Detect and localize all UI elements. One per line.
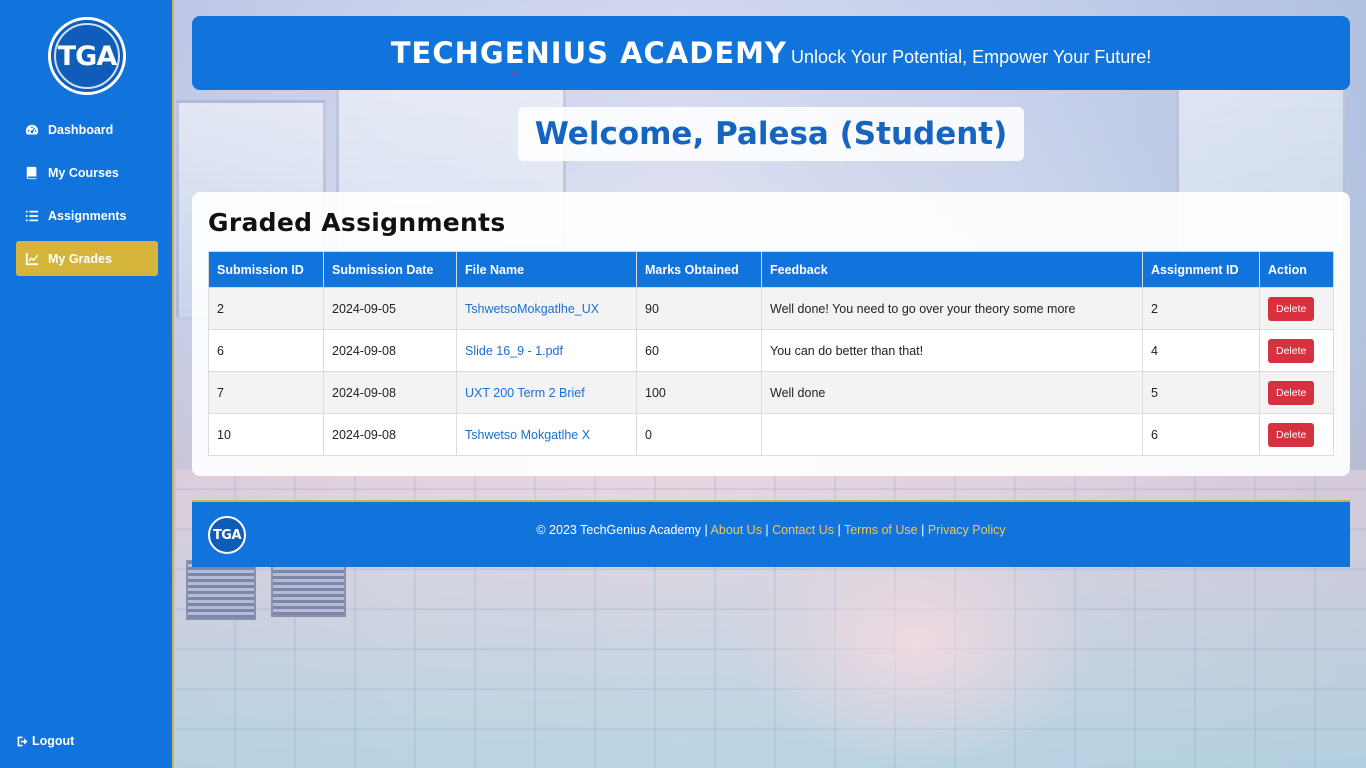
sidebar-item-my-grades[interactable]: My Grades bbox=[16, 241, 158, 276]
table-row: 7 2024-09-08 UXT 200 Term 2 Brief 100 We… bbox=[208, 371, 1334, 414]
footer: TGA © 2023 TechGenius Academy | About Us… bbox=[192, 500, 1350, 567]
footer-text: © 2023 TechGenius Academy | About Us | C… bbox=[536, 523, 1006, 537]
privacy-policy-link[interactable]: Privacy Policy bbox=[928, 523, 1006, 537]
cell-assignment-id: 2 bbox=[1142, 287, 1260, 330]
section-title: Graded Assignments bbox=[208, 208, 506, 237]
table-header-row: Submission ID Submission Date File Name … bbox=[208, 251, 1334, 288]
cell-file-name: UXT 200 Term 2 Brief bbox=[456, 371, 637, 414]
copyright-text: © 2023 TechGenius Academy bbox=[536, 523, 702, 537]
cell-action: Delete bbox=[1259, 413, 1334, 456]
cell-submission-id: 2 bbox=[208, 287, 324, 330]
delete-button[interactable]: Delete bbox=[1268, 296, 1315, 321]
sidebar: TGA Dashboard My Courses Assignments My … bbox=[0, 0, 174, 768]
welcome-message: Welcome, Palesa (Student) bbox=[518, 107, 1024, 161]
sidebar-item-assignments[interactable]: Assignments bbox=[16, 198, 158, 233]
cell-file-name: TshwetsoMokgatlhe_UX bbox=[456, 287, 637, 330]
dashboard-icon bbox=[24, 123, 40, 137]
cell-feedback: Well done bbox=[761, 371, 1143, 414]
column-header: Action bbox=[1259, 251, 1334, 288]
terms-of-use-link[interactable]: Terms of Use bbox=[844, 523, 918, 537]
cell-submission-id: 7 bbox=[208, 371, 324, 414]
cell-assignment-id: 5 bbox=[1142, 371, 1260, 414]
cell-assignment-id: 4 bbox=[1142, 329, 1260, 372]
sidebar-item-label: Dashboard bbox=[48, 122, 114, 137]
cell-submission-date: 2024-09-08 bbox=[323, 329, 457, 372]
cell-submission-id: 6 bbox=[208, 329, 324, 372]
cell-file-name: Tshwetso Mokgatlhe X bbox=[456, 413, 637, 456]
cell-marks: 60 bbox=[636, 329, 762, 372]
column-header: Assignment ID bbox=[1142, 251, 1260, 288]
cell-submission-date: 2024-09-05 bbox=[323, 287, 457, 330]
cell-marks: 90 bbox=[636, 287, 762, 330]
tagline: Unlock Your Potential, Empower Your Futu… bbox=[791, 46, 1152, 67]
file-link[interactable]: TshwetsoMokgatlhe_UX bbox=[465, 302, 599, 316]
cell-action: Delete bbox=[1259, 371, 1334, 414]
contact-us-link[interactable]: Contact Us bbox=[772, 523, 834, 537]
file-link[interactable]: Slide 16_9 - 1.pdf bbox=[465, 344, 563, 358]
cell-submission-date: 2024-09-08 bbox=[323, 371, 457, 414]
logout-label: Logout bbox=[32, 734, 75, 748]
cell-feedback: Well done! You need to go over your theo… bbox=[761, 287, 1143, 330]
logout-link[interactable]: Logout bbox=[16, 734, 74, 748]
about-us-link[interactable]: About Us bbox=[711, 523, 762, 537]
column-header: Feedback bbox=[761, 251, 1143, 288]
book-icon bbox=[24, 166, 40, 180]
graded-assignments-card: Graded Assignments Submission ID Submiss… bbox=[192, 192, 1350, 476]
table-row: 6 2024-09-08 Slide 16_9 - 1.pdf 60 You c… bbox=[208, 329, 1334, 372]
column-header: Marks Obtained bbox=[636, 251, 762, 288]
cell-assignment-id: 6 bbox=[1142, 413, 1260, 456]
cell-submission-date: 2024-09-08 bbox=[323, 413, 457, 456]
table-row: 10 2024-09-08 Tshwetso Mokgatlhe X 0 6 D… bbox=[208, 413, 1334, 456]
grades-table: Submission ID Submission Date File Name … bbox=[208, 251, 1334, 456]
cell-file-name: Slide 16_9 - 1.pdf bbox=[456, 329, 637, 372]
sidebar-item-label: My Courses bbox=[48, 165, 119, 180]
cell-marks: 100 bbox=[636, 371, 762, 414]
cell-feedback bbox=[761, 413, 1143, 456]
brand-title: TECHGENIUS ACADEMY bbox=[390, 36, 788, 75]
logo-text: TGA bbox=[54, 23, 120, 89]
delete-button[interactable]: Delete bbox=[1268, 422, 1315, 447]
delete-button[interactable]: Delete bbox=[1268, 338, 1315, 363]
delete-button[interactable]: Delete bbox=[1268, 380, 1315, 405]
brand-text: TECHGENIUS ACADEMY bbox=[390, 36, 788, 70]
file-link[interactable]: UXT 200 Term 2 Brief bbox=[465, 386, 585, 400]
sidebar-item-my-courses[interactable]: My Courses bbox=[16, 155, 158, 190]
cell-action: Delete bbox=[1259, 287, 1334, 330]
column-header: Submission Date bbox=[323, 251, 457, 288]
table-row: 2 2024-09-05 TshwetsoMokgatlhe_UX 90 Wel… bbox=[208, 287, 1334, 330]
brand-dot bbox=[512, 72, 516, 75]
cell-feedback: You can do better than that! bbox=[761, 329, 1143, 372]
header-banner: TECHGENIUS ACADEMY Unlock Your Potential… bbox=[192, 16, 1350, 90]
file-link[interactable]: Tshwetso Mokgatlhe X bbox=[465, 428, 590, 442]
cell-submission-id: 10 bbox=[208, 413, 324, 456]
sidebar-nav: Dashboard My Courses Assignments My Grad… bbox=[16, 112, 158, 284]
cell-marks: 0 bbox=[636, 413, 762, 456]
sidebar-item-label: My Grades bbox=[48, 251, 112, 266]
cell-action: Delete bbox=[1259, 329, 1334, 372]
column-header: Submission ID bbox=[208, 251, 324, 288]
sidebar-item-label: Assignments bbox=[48, 208, 127, 223]
sidebar-item-dashboard[interactable]: Dashboard bbox=[16, 112, 158, 147]
sidebar-logo[interactable]: TGA bbox=[48, 17, 126, 95]
logout-icon bbox=[17, 736, 28, 746]
list-icon bbox=[24, 209, 40, 223]
column-header: File Name bbox=[456, 251, 637, 288]
chart-icon bbox=[24, 252, 40, 266]
